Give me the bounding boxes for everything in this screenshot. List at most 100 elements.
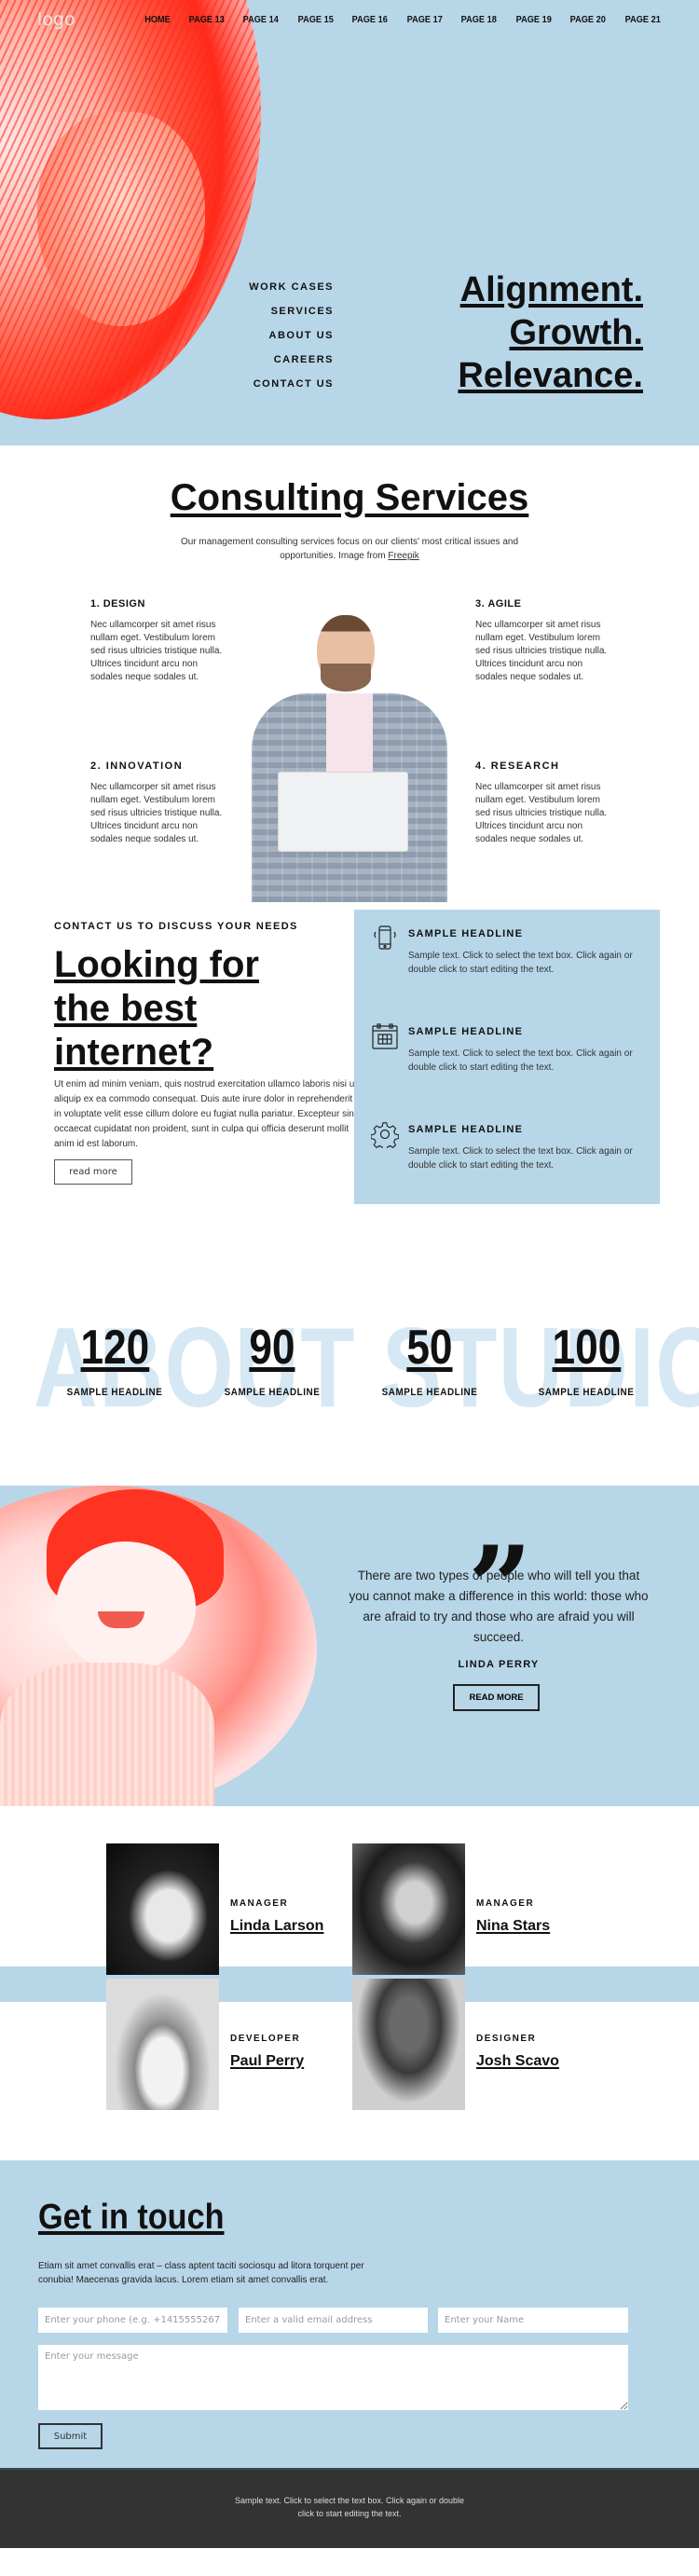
service-text: Sample text. Click to select the text bo… [408, 1146, 633, 1171]
footer-text: Sample text. Click to select the text bo… [234, 2496, 465, 2518]
team-photo-linda-larson [106, 1843, 219, 1975]
stat-value: 100 [552, 1321, 621, 1375]
nav-home[interactable]: HOME [144, 15, 171, 25]
stat-value: 50 [406, 1321, 453, 1375]
stat-item: 120 SAMPLE HEADLINE [49, 1322, 180, 1398]
stat-item: 100 SAMPLE HEADLINE [521, 1322, 651, 1398]
nav-page-20[interactable]: PAGE 20 [570, 15, 606, 25]
nav-page-15[interactable]: PAGE 15 [297, 15, 333, 25]
feature-text: Nec ullamcorper sit amet risus nullam eg… [90, 620, 223, 682]
nav-page-14[interactable]: PAGE 14 [243, 15, 279, 25]
stats-section: ABOUT STUDIO 120 SAMPLE HEADLINE 90 SAMP… [0, 1275, 699, 1486]
top-nav: HOME PAGE 13 PAGE 14 PAGE 15 PAGE 16 PAG… [128, 15, 663, 25]
contact-text: Etiam sit amet convallis erat – class ap… [38, 2261, 364, 2285]
side-nav-careers[interactable]: CAREERS [249, 354, 334, 378]
quote-text: There are two types of people who will t… [349, 1569, 649, 1644]
submit-button[interactable]: Submit [38, 2423, 103, 2449]
man-with-laptop-image [244, 604, 455, 902]
team-photo-paul-perry [106, 1979, 219, 2110]
needs-kicker: CONTACT US TO DISCUSS YOUR NEEDS [54, 921, 298, 932]
tagline-line: Alignment. [459, 270, 643, 309]
stat-label: SAMPLE HEADLINE [66, 1387, 163, 1398]
subtitle-text: Our management consulting services focus… [180, 537, 519, 561]
read-more-button[interactable]: read more [54, 1159, 132, 1185]
team-role: DESIGNER [476, 2034, 537, 2044]
contact-section: Get in touch Etiam sit amet convallis er… [0, 2160, 699, 2468]
service-title: SAMPLE HEADLINE [408, 928, 524, 939]
service-text: Sample text. Click to select the text bo… [408, 1048, 633, 1073]
needs-section: CONTACT US TO DISCUSS YOUR NEEDS Looking… [0, 902, 699, 1275]
nav-page-16[interactable]: PAGE 16 [352, 15, 388, 25]
team-photo-nina-stars [352, 1843, 465, 1975]
message-textarea[interactable] [38, 2345, 628, 2410]
photo-face [56, 1541, 196, 1672]
feature-innovation: 2. INNOVATION Nec ullamcorper sit amet r… [90, 760, 230, 846]
feature-text: Nec ullamcorper sit amet risus nullam eg… [90, 782, 223, 844]
quote-read-more-button[interactable]: READ MORE [453, 1684, 540, 1711]
calendar-icon [372, 1023, 398, 1049]
stat-value: 120 [80, 1321, 149, 1375]
feature-title: 3. AGILE [475, 598, 522, 610]
logo[interactable]: logo [37, 9, 75, 30]
side-nav-services[interactable]: SERVICES [249, 306, 334, 330]
team-name-link[interactable]: Nina Stars [476, 1918, 550, 1935]
service-title: SAMPLE HEADLINE [408, 1026, 524, 1037]
gear-icon [371, 1122, 399, 1148]
nav-page-18[interactable]: PAGE 18 [461, 15, 497, 25]
needs-title-line: internet? [54, 1032, 214, 1073]
feature-title: 1. DESIGN [90, 598, 145, 610]
team-role: MANAGER [230, 1898, 289, 1909]
stat-label: SAMPLE HEADLINE [381, 1387, 478, 1398]
photo-sweater [0, 1663, 214, 1806]
footer: Sample text. Click to select the text bo… [0, 2468, 699, 2548]
laughing-woman-photo [0, 1486, 317, 1806]
needs-title-line: the best [54, 988, 198, 1029]
stat-label: SAMPLE HEADLINE [538, 1387, 635, 1398]
decorative-band [0, 1966, 699, 2002]
consulting-title: Consulting Services [170, 477, 529, 518]
feature-research: 4. RESEARCH Nec ullamcorper sit amet ris… [475, 760, 615, 846]
nav-page-13[interactable]: PAGE 13 [188, 15, 224, 25]
tagline-line: Relevance. [458, 356, 643, 395]
photo-hair [0, 0, 261, 419]
service-title: SAMPLE HEADLINE [408, 1124, 524, 1135]
feature-design: 1. DESIGN Nec ullamcorper sit amet risus… [90, 598, 230, 684]
team-photo-josh-scavo [352, 1979, 465, 2110]
nav-page-17[interactable]: PAGE 17 [406, 15, 442, 25]
needs-title-line: Looking for [54, 944, 259, 985]
stat-value: 90 [249, 1321, 295, 1375]
stat-item: 50 SAMPLE HEADLINE [364, 1322, 495, 1398]
team-section: MANAGER Linda Larson MANAGER Nina Stars … [0, 1806, 699, 2160]
team-role: MANAGER [476, 1898, 535, 1909]
consulting-subtitle: Our management consulting services focus… [168, 535, 531, 563]
smartphone-icon [374, 925, 396, 950]
testimonial-section: ” There are two types of people who will… [0, 1486, 699, 1806]
contact-title: Get in touch [38, 2198, 225, 2237]
phone-input[interactable] [38, 2308, 227, 2333]
team-name-link[interactable]: Paul Perry [230, 2053, 304, 2070]
services-box: SAMPLE HEADLINE Sample text. Click to se… [354, 910, 660, 1204]
side-nav-work-cases[interactable]: WORK CASES [249, 281, 334, 306]
freepik-link[interactable]: Freepik [388, 551, 418, 561]
team-role: DEVELOPER [230, 2034, 301, 2044]
nav-page-19[interactable]: PAGE 19 [515, 15, 551, 25]
hero-section: logo HOME PAGE 13 PAGE 14 PAGE 15 PAGE 1… [0, 0, 699, 445]
nav-page-21[interactable]: PAGE 21 [624, 15, 660, 25]
feature-title: 2. INNOVATION [90, 760, 184, 772]
name-input[interactable] [438, 2308, 628, 2333]
email-input[interactable] [239, 2308, 428, 2333]
team-name-link[interactable]: Josh Scavo [476, 2053, 559, 2070]
photo-laptop [278, 772, 408, 852]
consulting-section: Consulting Services Our management consu… [0, 445, 699, 902]
side-nav: WORK CASES SERVICES ABOUT US CAREERS CON… [249, 281, 334, 403]
feature-title: 4. RESEARCH [475, 760, 560, 772]
feature-text: Nec ullamcorper sit amet risus nullam eg… [475, 782, 608, 844]
team-name-link[interactable]: Linda Larson [230, 1918, 323, 1935]
quote-author: LINDA PERRY [458, 1659, 540, 1670]
side-nav-about-us[interactable]: ABOUT US [249, 330, 334, 354]
needs-title: Looking for the best internet? [54, 943, 334, 1075]
hero-woman-photo [0, 0, 261, 419]
side-nav-contact-us[interactable]: CONTACT US [249, 378, 334, 403]
feature-text: Nec ullamcorper sit amet risus nullam eg… [475, 620, 608, 682]
needs-text: Ut enim ad minim veniam, quis nostrud ex… [54, 1079, 358, 1149]
